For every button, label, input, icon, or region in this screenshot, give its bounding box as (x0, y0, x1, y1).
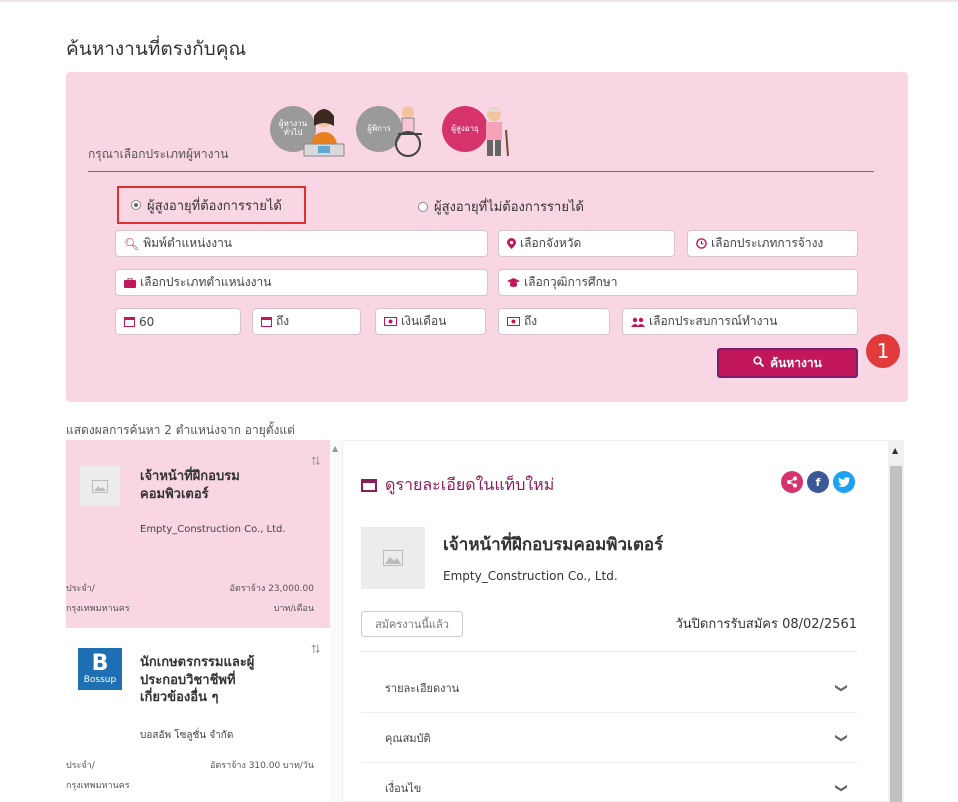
share-icon[interactable]: ⮁ (310, 454, 320, 469)
radio-no-income-label: ผู้สูงอายุที่ไม่ต้องการรายได้ (434, 200, 584, 215)
graduation-cap-icon (507, 277, 520, 288)
window-icon (361, 479, 377, 492)
job-wage: อัตราจ้าง 23,000.00 (229, 584, 314, 594)
panel-divider (88, 171, 874, 172)
accordion-conditions[interactable]: เงื่อนไข ❯ (361, 763, 857, 801)
accordion-qualifications[interactable]: คุณสมบัติ ❯ (361, 713, 857, 763)
chevron-down-icon: ❯ (834, 682, 849, 693)
money-icon (507, 317, 520, 326)
scroll-up-icon[interactable]: ▲ (332, 444, 338, 453)
radio-income-label: ผู้สูงอายุที่ต้องการรายได้ (147, 198, 282, 214)
seeker-type-label: กรุณาเลือกประเภทผู้หางาน (88, 147, 229, 161)
age-from-input[interactable]: 60 (115, 308, 241, 335)
radio-no-income[interactable]: ผู้สูงอายุที่ไม่ต้องการรายได้ (418, 196, 584, 217)
location-pin-icon (507, 238, 516, 249)
accordion-job-details[interactable]: รายละเอียดงาน ❯ (361, 663, 857, 713)
seeker-type-elderly[interactable]: ผู้สูงอายุ (440, 102, 518, 158)
salary-to-input[interactable]: ถึง (498, 308, 610, 335)
job-location: กรุงเทพมหานคร (66, 781, 130, 791)
education-select[interactable]: เลือกวุฒิการศึกษา (498, 269, 858, 296)
calendar-icon (261, 316, 272, 327)
elderly-person-icon (486, 107, 509, 157)
seeker-type-selector: ผู้หางาน ทั่วไป ผู้พิการ ผู้สูงอายุ (268, 102, 518, 158)
job-type: ประจำ/ (66, 584, 95, 594)
accordion-label: รายละเอียดงาน (385, 681, 460, 695)
radio-selected-icon (131, 200, 141, 210)
search-icon (753, 356, 765, 370)
employment-type-select[interactable]: เลือกประเภทการจ้างง (687, 230, 858, 257)
share-icon[interactable] (781, 471, 803, 493)
calendar-icon (124, 316, 135, 327)
job-company: Empty_Construction Co., Ltd. (140, 524, 286, 535)
facebook-icon[interactable]: f (807, 471, 829, 493)
divider (361, 651, 857, 652)
wheelchair-user-icon (395, 106, 422, 157)
image-placeholder-icon (361, 527, 425, 589)
share-buttons: f (781, 471, 855, 493)
job-location: กรุงเทพมหานคร (66, 604, 130, 614)
job-type: ประจำ/ (66, 761, 95, 771)
scrollbar-thumb[interactable] (890, 466, 902, 802)
job-detail-panel: ดูรายละเอียดในแท็บใหม่ f เจ้าหน้าที่ฝึกอ… (342, 440, 904, 802)
accordion-label: เงื่อนไข (385, 781, 422, 795)
job-wage-unit: บาท/เดือน (273, 604, 314, 614)
chevron-down-icon: ❯ (834, 732, 849, 743)
page-title: ค้นหางานที่ตรงกับคุณ (66, 38, 247, 60)
search-icon: 🔍︎ (124, 236, 140, 251)
detail-job-title: เจ้าหน้าที่ฝึกอบรมคอมพิวเตอร์ (443, 535, 664, 555)
job-card[interactable]: B Bossup ⮁ นักเกษตรกรรมและผู้ ประกอบวิชา… (66, 628, 330, 802)
radio-income[interactable]: ผู้สูงอายุที่ต้องการรายได้ (117, 186, 306, 224)
top-border (0, 0, 958, 2)
position-search-input[interactable]: 🔍︎ พิมพ์ตำแหน่งงาน (115, 230, 488, 257)
image-placeholder-icon (80, 466, 120, 506)
search-panel: กรุณาเลือกประเภทผู้หางาน ผู้หางาน ทั่วไป… (66, 72, 908, 402)
seeker-type-disabled[interactable]: ผู้พิการ (354, 102, 432, 158)
users-icon (631, 317, 645, 327)
company-logo-text: Bossup (83, 675, 117, 685)
province-select[interactable]: เลือกจังหวัด (498, 230, 675, 257)
accordion-label: คุณสมบัติ (385, 731, 431, 745)
open-in-new-tab-link[interactable]: ดูรายละเอียดในแท็บใหม่ (361, 473, 554, 498)
radio-unselected-icon (418, 201, 428, 212)
money-icon (384, 317, 397, 326)
step-badge: 1 (866, 334, 900, 368)
age-to-input[interactable]: ถึง (252, 308, 361, 335)
scroll-up-icon[interactable]: ▲ (892, 446, 898, 455)
seeker-type-general[interactable]: ผู้หางาน ทั่วไป (268, 102, 346, 158)
job-list: ⮁ เจ้าหน้าที่ฝึกอบรม คอมพิวเตอร์ Empty_C… (66, 440, 330, 802)
job-title: เจ้าหน้าที่ฝึกอบรม คอมพิวเตอร์ (140, 469, 240, 502)
search-button[interactable]: ค้นหางาน (717, 348, 858, 378)
briefcase-icon (124, 277, 136, 288)
share-icon[interactable]: ⮁ (310, 642, 320, 657)
detail-company: Empty_Construction Co., Ltd. (443, 569, 618, 583)
job-wage: อัตราจ้าง 310.00 บาท/วัน (209, 761, 314, 771)
company-logo: B Bossup (78, 648, 122, 690)
experience-select[interactable]: เลือกประสบการณ์ทำงาน (622, 308, 858, 335)
search-button-label: ค้นหางาน (770, 355, 822, 370)
results-summary: แสดงผลการค้นหา 2 ตำแหน่งจาก อายุตั้งแต่ (66, 423, 295, 437)
job-title: นักเกษตรกรรมและผู้ ประกอบวิชาชีพที่ เกี่… (140, 655, 255, 706)
position-type-select[interactable]: เลือกประเภทตำแหน่งงาน (115, 269, 488, 296)
job-company: บอสอัพ โซลูชั่น จำกัด (140, 730, 234, 741)
chevron-down-icon: ❯ (834, 782, 849, 793)
job-list-scrollbar[interactable]: ▲ (330, 440, 342, 802)
job-card[interactable]: ⮁ เจ้าหน้าที่ฝึกอบรม คอมพิวเตอร์ Empty_C… (66, 440, 330, 628)
clock-icon (696, 238, 707, 249)
office-worker-icon (303, 109, 345, 157)
twitter-icon[interactable] (833, 471, 855, 493)
application-close-date: วันปิดการรับสมัคร 08/02/2561 (675, 617, 857, 632)
salary-from-input[interactable]: เงินเดือน (375, 308, 486, 335)
open-in-new-tab-label: ดูรายละเอียดในแท็บใหม่ (385, 475, 555, 494)
detail-scrollbar[interactable]: ▲ (888, 440, 904, 802)
applied-button[interactable]: สมัครงานนี้แล้ว (361, 611, 463, 637)
